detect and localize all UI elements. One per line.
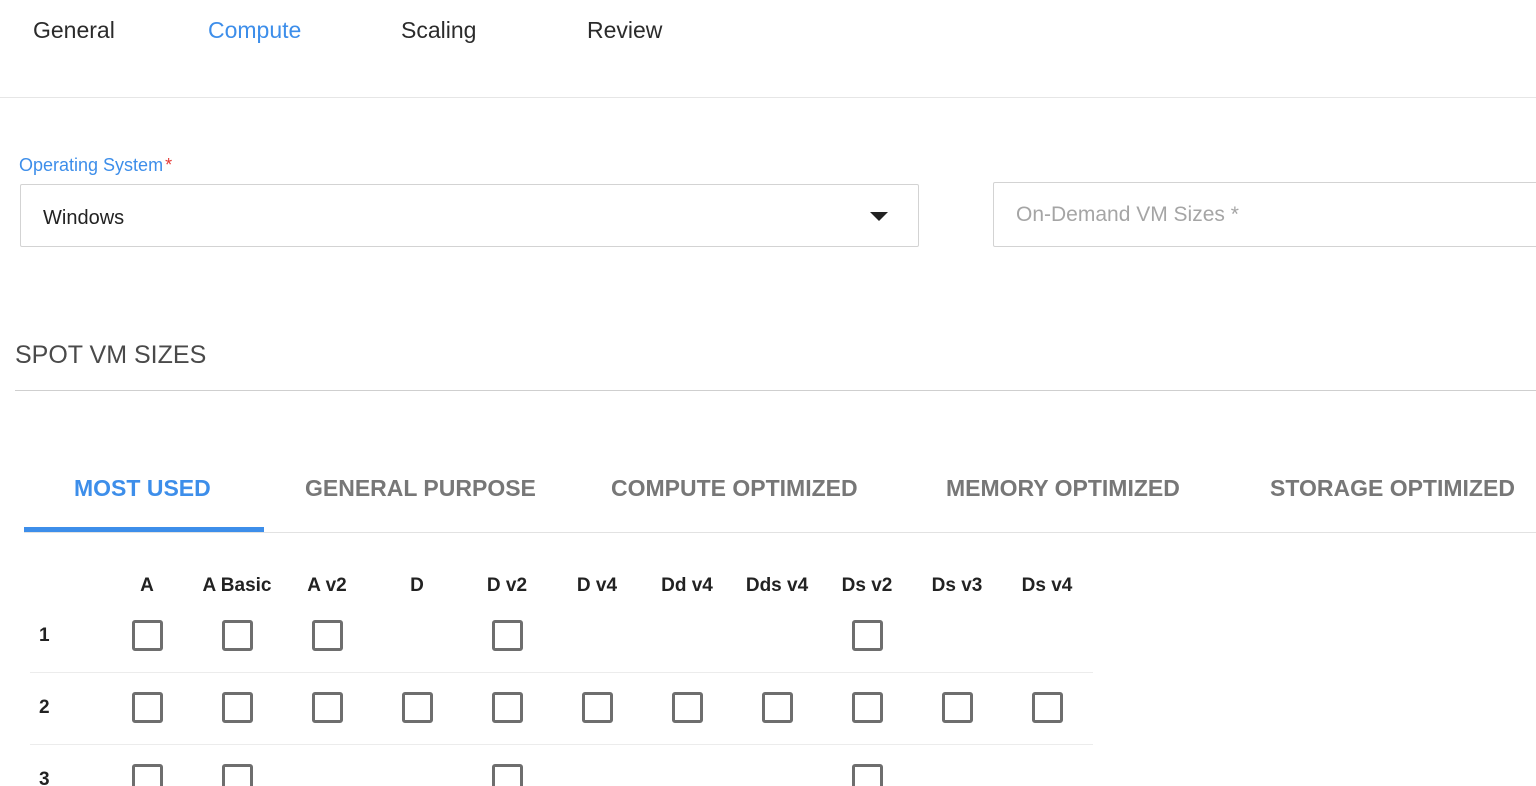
tab-storage-optimized[interactable]: STORAGE OPTIMIZED [1270,475,1515,502]
checkbox-ds-v3-2[interactable] [942,692,973,723]
checkbox-d-v2-1[interactable] [492,620,523,651]
checkbox-ds-v4-2[interactable] [1032,692,1063,723]
column-header-d-v4: D v4 [576,575,618,596]
operating-system-label-text: Operating System [19,155,164,175]
checkbox-a-basic-2[interactable] [222,692,253,723]
wizard-steps: General Compute Scaling Review [0,0,1536,98]
step-general[interactable]: General [33,17,115,44]
column-header-dd-v4: Dd v4 [661,575,713,596]
checkbox-d-v4-2[interactable] [582,692,613,723]
tab-general-purpose[interactable]: GENERAL PURPOSE [305,475,536,502]
step-review[interactable]: Review [587,17,662,44]
checkbox-ds-v2-3[interactable] [852,764,883,786]
checkbox-dds-v4-2[interactable] [762,692,793,723]
row-header-1: 1 [39,625,50,646]
operating-system-value: Windows [43,207,125,229]
checkbox-a-3[interactable] [132,764,163,786]
column-header-a-basic: A Basic [202,575,272,596]
step-scaling[interactable]: Scaling [401,17,476,44]
checkbox-d-2[interactable] [402,692,433,723]
checkbox-a-v2-2[interactable] [312,692,343,723]
row-divider [30,744,1093,745]
column-header-ds-v3: Ds v3 [931,575,983,596]
on-demand-vm-sizes-input[interactable]: On-Demand VM Sizes * [993,182,1536,247]
checkbox-a-basic-3[interactable] [222,764,253,786]
vm-category-tabs: MOST USED GENERAL PURPOSE COMPUTE OPTIMI… [24,455,1536,533]
checkbox-d-v2-2[interactable] [492,692,523,723]
active-tab-indicator [24,527,264,532]
checkbox-d-v2-3[interactable] [492,764,523,786]
caret-down-icon [870,212,888,221]
column-header-d-v2: D v2 [486,575,528,596]
column-header-ds-v2: Ds v2 [841,575,893,596]
checkbox-ds-v2-1[interactable] [852,620,883,651]
column-header-d: D [410,575,424,596]
checkbox-a-1[interactable] [132,620,163,651]
row-header-3: 3 [39,769,50,786]
row-divider [30,672,1093,673]
section-divider [15,390,1536,391]
checkbox-a-v2-1[interactable] [312,620,343,651]
required-asterisk: * [165,155,173,175]
tab-most-used[interactable]: MOST USED [74,475,211,502]
column-header-a-v2: A v2 [307,575,347,596]
column-header-dds-v4: Dds v4 [745,575,809,596]
tab-compute-optimized[interactable]: COMPUTE OPTIMIZED [611,475,858,502]
operating-system-select[interactable]: Windows [20,184,919,247]
operating-system-label: Operating System * [19,155,172,176]
column-header-ds-v4: Ds v4 [1021,575,1073,596]
column-header-a: A [140,575,154,596]
row-header-2: 2 [39,697,50,718]
checkbox-dd-v4-2[interactable] [672,692,703,723]
compute-step-page: General Compute Scaling Review Operating… [0,0,1536,786]
checkbox-a-2[interactable] [132,692,163,723]
on-demand-vm-sizes-placeholder: On-Demand VM Sizes * [1016,203,1239,226]
tab-memory-optimized[interactable]: MEMORY OPTIMIZED [946,475,1180,502]
step-compute[interactable]: Compute [208,17,301,44]
checkbox-ds-v2-2[interactable] [852,692,883,723]
checkbox-a-basic-1[interactable] [222,620,253,651]
spot-vm-sizes-title: SPOT VM SIZES [15,341,207,369]
